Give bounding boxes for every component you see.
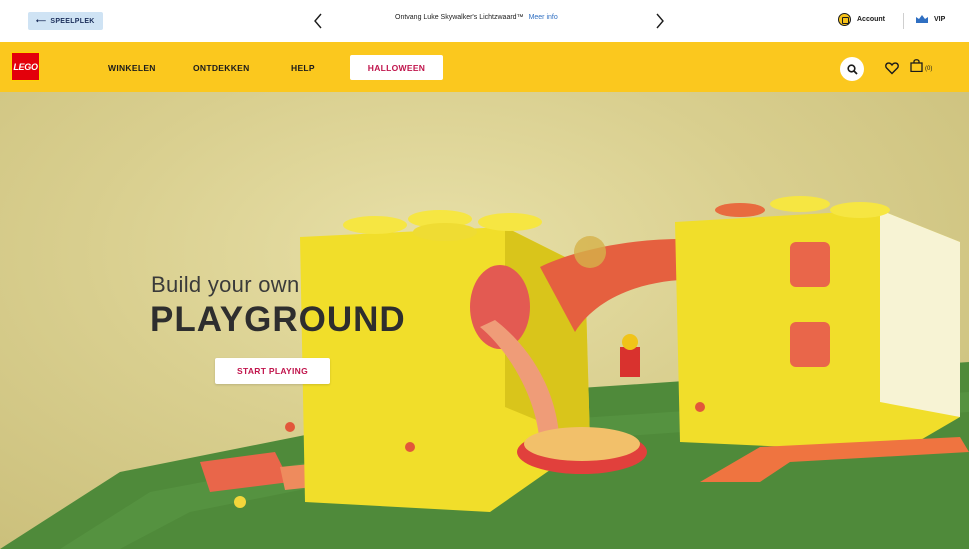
nav-item-ontdekken[interactable]: ONTDEKKEN [193, 63, 250, 73]
arrow-left-icon: ⟵ [36, 18, 47, 25]
utility-bar: ⟵ SPEELPLEK Ontvang Luke Skywalker's Lic… [0, 0, 969, 42]
cart-button[interactable]: (0) [910, 58, 932, 72]
search-button[interactable] [840, 57, 864, 81]
logo-text: LEGO [13, 61, 38, 72]
start-playing-button[interactable]: START PLAYING [215, 358, 330, 384]
nav-item-help[interactable]: HELP [291, 63, 315, 73]
vip-link[interactable]: VIP [916, 15, 945, 23]
hero-banner[interactable]: Build your own PLAYGROUND START PLAYING [0, 92, 969, 549]
cart-count: (0) [925, 66, 933, 72]
promo-prev-button[interactable] [310, 10, 326, 32]
chevron-left-icon [314, 13, 322, 29]
nav-item-winkelen[interactable]: WINKELEN [108, 63, 156, 73]
chevron-right-icon [656, 13, 664, 29]
hero-title: PLAYGROUND [150, 300, 406, 339]
account-icon [838, 13, 851, 26]
promo-next-button[interactable] [652, 10, 668, 32]
divider [903, 13, 904, 29]
account-link[interactable]: Account [838, 13, 885, 26]
speelplek-label: SPEELPLEK [50, 17, 95, 25]
shopping-bag-icon [910, 59, 923, 72]
nav-item-halloween[interactable]: HALLOWEEN [350, 55, 443, 80]
main-nav: LEGO WINKELEN ONTDEKKEN HELP HALLOWEEN (… [0, 42, 969, 92]
hero-subtitle: Build your own [151, 272, 300, 297]
promo-text: Ontvang Luke Skywalker's Lichtzwaard™ [395, 14, 524, 21]
promo-banner: Ontvang Luke Skywalker's Lichtzwaard™ Me… [395, 14, 558, 21]
promo-link[interactable]: Meer info [529, 14, 558, 21]
speelplek-button[interactable]: ⟵ SPEELPLEK [28, 12, 103, 30]
account-label: Account [857, 16, 885, 23]
lego-logo[interactable]: LEGO [11, 52, 40, 81]
wishlist-heart-icon[interactable] [885, 61, 899, 75]
search-icon [846, 63, 858, 75]
vip-icon [916, 15, 928, 23]
vip-label: VIP [934, 15, 946, 23]
playground-illustration [0, 196, 969, 549]
